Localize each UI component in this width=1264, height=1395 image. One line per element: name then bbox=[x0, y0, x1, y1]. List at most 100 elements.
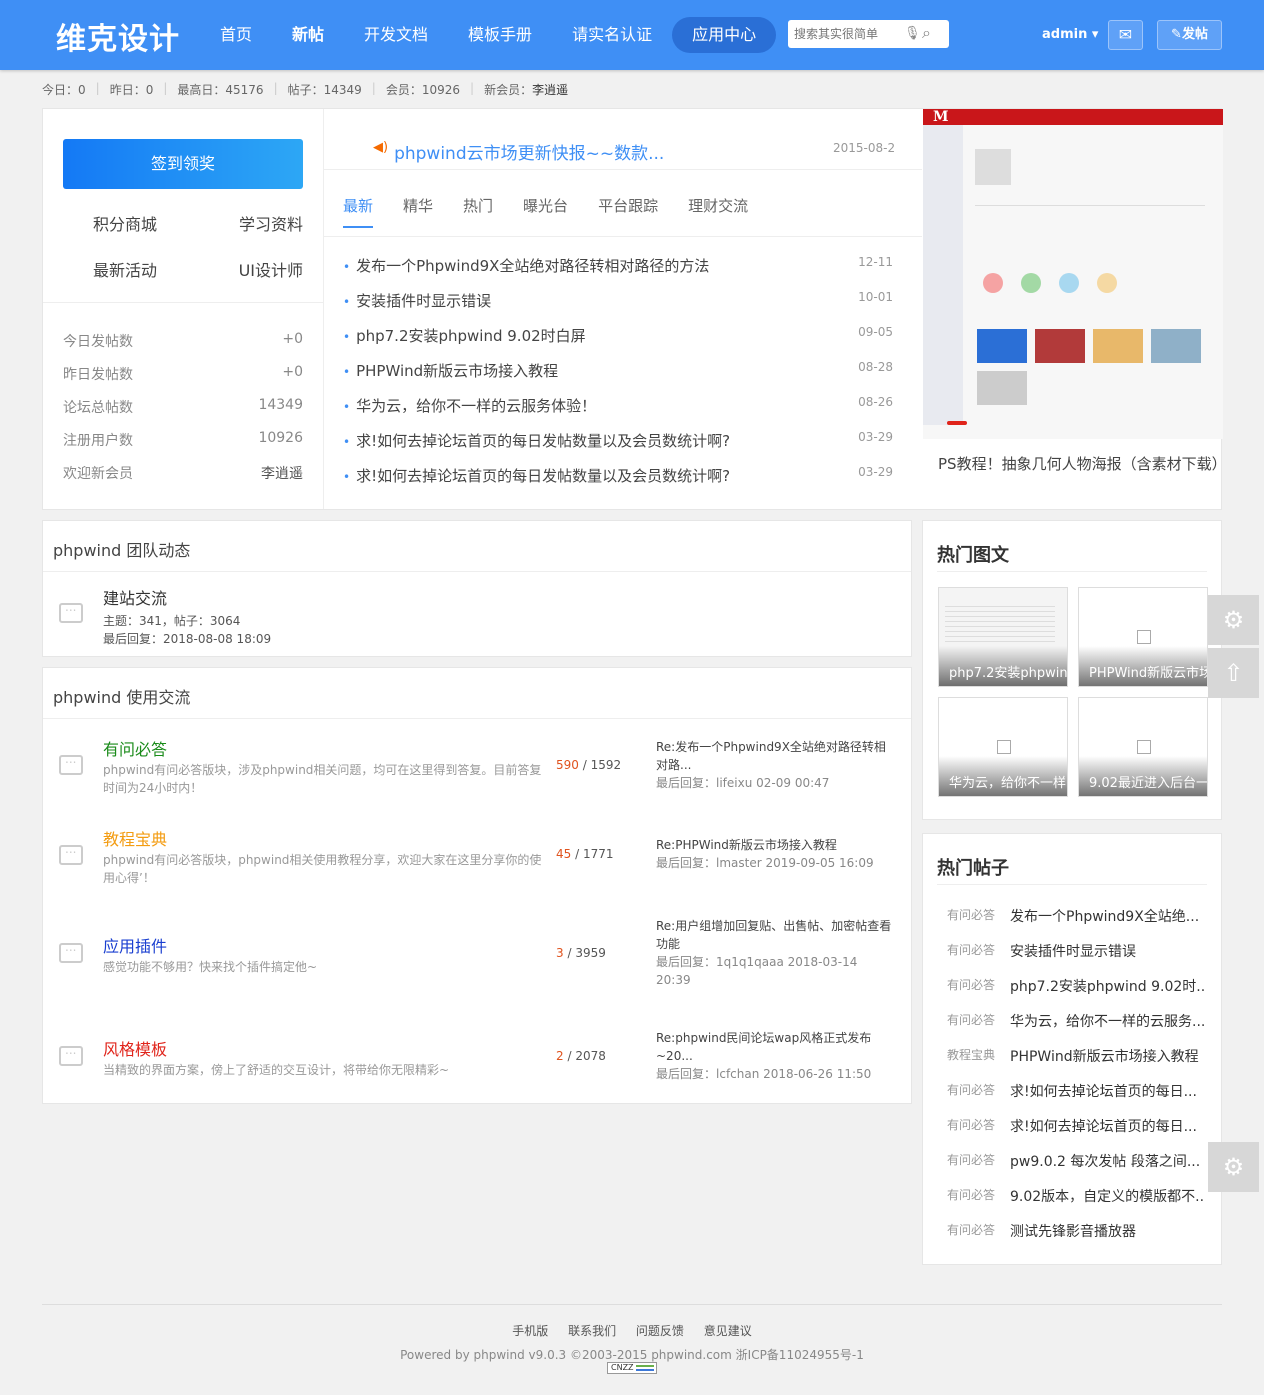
site-stats: 今日：0 | 昨日：0 | 最高日：45176 | 帖子：14349 | 会员：1092… bbox=[42, 81, 569, 98]
divider bbox=[43, 718, 911, 719]
footer-link-suggestion[interactable]: 意见建议 bbox=[704, 1324, 752, 1338]
hot-pic-tile[interactable]: PHPWind新版云市场接入教程 bbox=[1078, 587, 1208, 687]
divider bbox=[937, 571, 1207, 572]
top-header: 维克设计 首页 新帖 开发文档 模板手册 请实名认证 应用中心 🎙 ⌕ admi… bbox=[0, 0, 1264, 70]
forum-meta: 主题：341，帖子：3064 bbox=[103, 614, 241, 628]
announcement[interactable]: ◀) phpwind云市场更新快报~~数款... bbox=[373, 139, 664, 164]
nav-app-center[interactable]: 应用中心 bbox=[672, 17, 777, 53]
footer-link-feedback[interactable]: 问题反馈 bbox=[636, 1324, 684, 1338]
hot-pic-tile[interactable]: php7.2安装phpwind 9.02时白屏 bbox=[938, 587, 1068, 687]
slider-caption[interactable]: PS教程！抽象几何人物海报（含素材下载） bbox=[938, 453, 1227, 474]
settings-button[interactable]: ⚙ bbox=[1208, 1142, 1259, 1192]
forum-counts: 2 / 2078 bbox=[556, 1049, 606, 1063]
search-icon[interactable]: ⌕ bbox=[922, 23, 931, 43]
hot-pic-tile[interactable]: 华为云，给你不一样的云服务体验！ bbox=[938, 697, 1068, 797]
broken-image-icon bbox=[997, 740, 1011, 754]
forum-name[interactable]: 教程宝典 bbox=[103, 826, 167, 850]
tab-latest[interactable]: 最新 bbox=[343, 195, 374, 228]
list-item[interactable]: 有问必答 安装插件时显示错误 bbox=[947, 941, 1209, 976]
sign-in-reward-button[interactable]: 签到领奖 bbox=[63, 139, 303, 189]
tab-hot[interactable]: 热门 bbox=[463, 195, 493, 216]
tab-digest[interactable]: 精华 bbox=[403, 195, 433, 216]
link-learning[interactable]: 学习资料 bbox=[198, 211, 303, 235]
list-item[interactable]: 有问必答 测试先锋影音播放器 bbox=[947, 1221, 1209, 1256]
top-panel: 签到领奖 积分商城 学习资料 最新活动 UI设计师 今日发帖数 +0 昨日发帖数 +… bbox=[42, 108, 1227, 510]
link-points-mall[interactable]: 积分商城 bbox=[93, 211, 198, 235]
list-item[interactable]: 有问必答 9.02版本，自定义的模版都不... bbox=[947, 1186, 1209, 1221]
broken-image-icon bbox=[1137, 740, 1151, 754]
back-to-top-button[interactable]: ⇧ bbox=[1208, 648, 1259, 698]
list-item[interactable]: PHPWind新版云市场接入教程08-28 bbox=[343, 360, 893, 395]
nav-dev-docs[interactable]: 开发文档 bbox=[344, 17, 448, 53]
forum-name[interactable]: 有问必答 bbox=[103, 736, 167, 760]
forum-counts: 590 / 1592 bbox=[556, 758, 622, 772]
forum-desc: phpwind有问必答版块，phpwind相关使用教程分享，欢迎大家在这里分享你… bbox=[103, 853, 542, 885]
slider-image[interactable]: M bbox=[923, 109, 1223, 439]
stat-newmember[interactable]: 李逍遥 bbox=[532, 81, 568, 98]
list-item[interactable]: 有问必答 求!如何去掉论坛首页的每日... bbox=[947, 1116, 1209, 1151]
list-item[interactable]: 华为云，给你不一样的云服务体验！08-26 bbox=[343, 395, 893, 430]
message-button[interactable]: ✉ bbox=[1108, 20, 1143, 50]
hot-pic-tile[interactable]: 9.02最近进入后台一直加载 bbox=[1078, 697, 1208, 797]
link-ui-designer[interactable]: UI设计师 bbox=[198, 257, 303, 281]
forum-counts: 今日发帖数 +0 昨日发帖数 +0 论坛总帖数 14349 注册用户数 10926 欢迎… bbox=[63, 331, 303, 496]
forum-icon bbox=[59, 1043, 83, 1066]
main-nav: 首页 新帖 开发文档 模板手册 请实名认证 应用中心 bbox=[200, 17, 777, 53]
list-item[interactable]: php7.2安装phpwind 9.02时白屏09-05 bbox=[343, 325, 893, 360]
list-item[interactable]: 求!如何去掉论坛首页的每日发帖数量以及会员数统计啊?03-29 bbox=[343, 430, 893, 465]
section-title: 热门图文 bbox=[937, 545, 1009, 566]
footer-link-mobile[interactable]: 手机版 bbox=[512, 1324, 548, 1338]
settings-button[interactable]: ⚙ bbox=[1208, 595, 1259, 645]
user-menu[interactable]: admin ▾ bbox=[1042, 27, 1098, 42]
forum-last: Re:PHPWind新版云市场接入教程 最后回复：lmaster 2019-09-… bbox=[656, 838, 874, 870]
hot-post-list: 有问必答 发布一个Phpwind9X全站绝... 有问必答 安装插件时显示错误 有问… bbox=[947, 906, 1209, 1256]
list-item[interactable]: 安装插件时显示错误10-01 bbox=[343, 290, 893, 325]
list-item[interactable]: 教程宝典 PHPWind新版云市场接入教程 bbox=[947, 1046, 1209, 1081]
hot-posts-panel: 热门帖子 有问必答 发布一个Phpwind9X全站绝... 有问必答 安装插件时显示… bbox=[922, 833, 1222, 1265]
list-item[interactable]: 有问必答 华为云，给你不一样的云服务... bbox=[947, 1011, 1209, 1046]
thread-tabs: 最新 精华 热门 曝光台 平台跟踪 理财交流 bbox=[343, 195, 778, 228]
nav-new-posts[interactable]: 新帖 bbox=[272, 17, 344, 53]
new-post-button[interactable]: ✎发帖 bbox=[1157, 20, 1222, 50]
forum-last: Re:发布一个Phpwind9X全站绝对路径转相对路... 最后回复：lifeix… bbox=[656, 740, 886, 790]
section-title: phpwind 使用交流 bbox=[53, 688, 191, 707]
footer-link-contact[interactable]: 联系我们 bbox=[568, 1324, 616, 1338]
tab-finance[interactable]: 理财交流 bbox=[688, 195, 748, 216]
list-item[interactable]: 有问必答 pw9.0.2 每次发帖 段落之间... bbox=[947, 1151, 1209, 1186]
forum-name[interactable]: 建站交流 bbox=[103, 585, 167, 609]
count-row: 论坛总帖数 14349 bbox=[63, 397, 303, 416]
tab-exposure[interactable]: 曝光台 bbox=[523, 195, 568, 216]
divider bbox=[937, 884, 1207, 885]
powered-by: Powered by phpwind v9.0.3 ©2003-2015 php… bbox=[400, 1348, 864, 1362]
list-item[interactable]: 求!如何去掉论坛首页的每日发帖数量以及会员数统计啊?03-29 bbox=[343, 465, 893, 500]
stat-members: 会员：10926 bbox=[385, 83, 461, 97]
speaker-icon: ◀) bbox=[373, 140, 389, 155]
forum-name[interactable]: 风格模板 bbox=[103, 1036, 167, 1060]
quick-links: 积分商城 学习资料 最新活动 UI设计师 bbox=[93, 211, 303, 281]
link-events[interactable]: 最新活动 bbox=[93, 257, 198, 281]
gear-icon: ⚙ bbox=[1222, 606, 1245, 634]
forum-name[interactable]: 应用插件 bbox=[103, 933, 167, 957]
nav-realname[interactable]: 请实名认证 bbox=[552, 17, 672, 53]
cnzz-badge[interactable]: CNZZ bbox=[607, 1362, 657, 1374]
search-input[interactable] bbox=[788, 20, 898, 48]
nav-home[interactable]: 首页 bbox=[200, 17, 272, 53]
list-item[interactable]: 有问必答 求!如何去掉论坛首页的每日... bbox=[947, 1081, 1209, 1116]
logo-m-icon: M bbox=[933, 109, 949, 125]
stat-yesterday: 昨日：0 bbox=[109, 83, 154, 97]
forum-desc: phpwind有问必答版块，涉及phpwind相关问题，均可在这里得到答复。目前… bbox=[103, 763, 542, 795]
slider-image-header: M bbox=[923, 109, 1223, 125]
list-item[interactable]: 有问必答 发布一个Phpwind9X全站绝... bbox=[947, 906, 1209, 941]
forum-icon bbox=[59, 752, 83, 775]
usage-panel: phpwind 使用交流 有问必答 phpwind有问必答版块，涉及phpwin… bbox=[42, 667, 912, 1104]
microphone-icon[interactable]: 🎙 bbox=[904, 26, 921, 41]
stat-newmember-label: 新会员： bbox=[484, 83, 533, 97]
nav-template-manual[interactable]: 模板手册 bbox=[448, 17, 552, 53]
tab-platform[interactable]: 平台跟踪 bbox=[598, 195, 658, 216]
announcement-date: 2015-08-2 bbox=[833, 141, 896, 155]
broken-image-icon bbox=[1137, 630, 1151, 644]
list-item[interactable]: 发布一个Phpwind9X全站绝对路径转相对路径的方法12-11 bbox=[343, 255, 893, 290]
forum-icon bbox=[59, 600, 83, 623]
list-item[interactable]: 有问必答 php7.2安装phpwind 9.02时... bbox=[947, 976, 1209, 1011]
site-logo[interactable]: 维克设计 bbox=[56, 14, 180, 58]
